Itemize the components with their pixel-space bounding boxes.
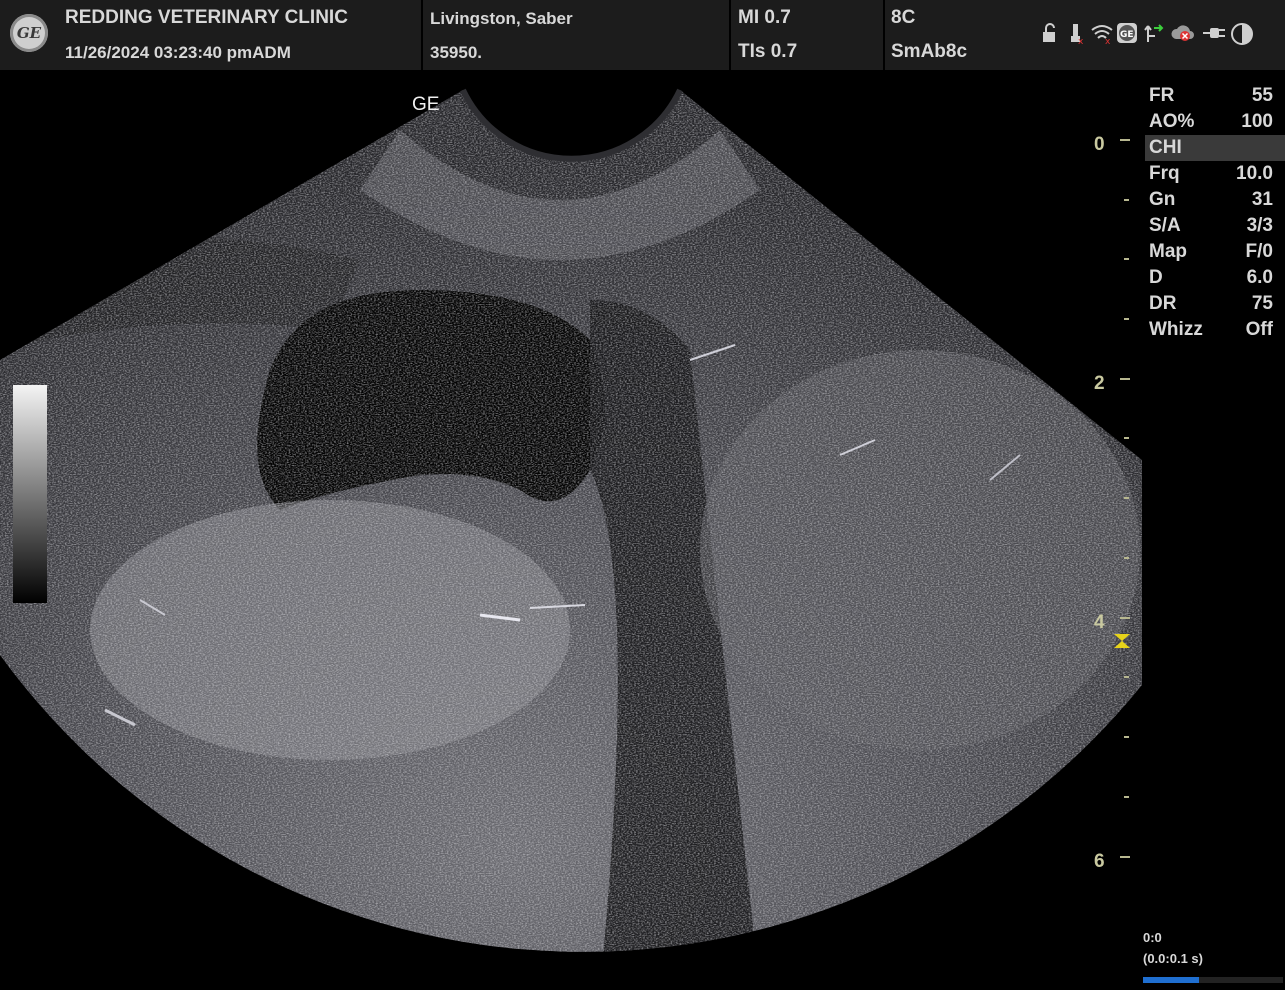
depth-label: 2 [1094,373,1105,394]
mi-value: MI 0.7 [738,7,791,28]
param-label: Frq [1149,163,1180,184]
cine-frame: 0:0 [1143,930,1162,945]
patient-name: Livingston, Saber [430,9,573,28]
depth-minor-tick [1124,437,1129,439]
depth-minor-tick [1124,497,1129,499]
depth-minor-tick [1124,199,1129,201]
param-value: F/0 [1245,241,1273,262]
param-label: AO% [1149,111,1195,132]
acoustic-output-cell: MI 0.7 TIs 0.7 [731,0,885,70]
preset-name: SmAb8c [891,41,968,62]
cine-progress-fill [1143,977,1199,983]
clinic-name: REDDING VETERINARY CLINIC [65,7,348,28]
param-row-d: D 6.0 [1145,265,1285,291]
contrast-icon [1230,22,1254,51]
focus-marker-icon[interactable] [1113,633,1131,654]
param-value: 31 [1251,189,1273,210]
network-icon [1142,22,1166,49]
depth-minor-tick [1124,736,1129,738]
probe-name: 8C [891,7,916,28]
param-value: 55 [1251,85,1273,106]
plug-icon [1202,22,1226,49]
param-row-fr: FR 55 [1145,83,1285,109]
depth-label: 4 [1094,612,1105,633]
depth-major-tick [1120,856,1130,858]
depth-label: 6 [1094,851,1105,872]
param-label: S/A [1149,215,1181,236]
probe-orientation-label: GE [412,94,440,115]
cine-range: (0.0:0.1 s) [1143,951,1203,966]
depth-major-tick [1120,617,1130,619]
top-info-bar: GE REDDING VETERINARY CLINIC 11/26/2024 … [0,0,1285,70]
param-row-sa: S/A 3/3 [1145,213,1285,239]
depth-minor-tick [1124,796,1129,798]
ge-badge-icon: GE [1116,22,1138,49]
param-label: Whizz [1149,319,1203,340]
parameters-panel: FR 55 AO% 100 CHI Frq 10.0 Gn 31 S/A 3/3 Map F… [1145,83,1285,343]
param-label: DR [1149,293,1177,314]
param-row-dr: DR 75 [1145,291,1285,317]
depth-major-tick [1120,139,1130,141]
depth-minor-tick [1124,557,1129,559]
param-label: CHI [1149,137,1182,158]
param-label: Gn [1149,189,1176,210]
svg-text:x: x [1105,37,1111,44]
depth-minor-tick [1124,258,1129,260]
wifi-icon: x [1090,22,1114,49]
usb-icon: x [1066,22,1086,49]
depth-minor-tick [1124,676,1129,678]
param-row-frq: Frq 10.0 [1145,161,1285,187]
param-row-gn: Gn 31 [1145,187,1285,213]
clinic-cell: GE REDDING VETERINARY CLINIC 11/26/2024 … [0,0,423,70]
param-label: D [1149,267,1163,288]
patient-cell: Livingston, Saber 35950. [423,0,731,70]
param-value: 75 [1251,293,1273,314]
grayscale-bar [13,385,47,603]
param-row-ao: AO% 100 [1145,109,1285,135]
ultrasound-image[interactable] [0,70,1145,990]
depth-minor-tick [1124,318,1129,320]
param-value: 10.0 [1236,163,1273,184]
param-row-map: Map F/0 [1145,239,1285,265]
exam-datetime: 11/26/2024 03:23:40 pmADM [65,43,291,62]
patient-id: 35950. [430,43,482,62]
cloud-icon [1170,22,1196,49]
cine-info: 0:0 (0.0:0.1 s) [1143,930,1285,966]
param-label: Map [1149,241,1187,262]
param-value: 100 [1241,111,1273,132]
param-row-chi: CHI [1145,135,1285,161]
svg-text:x: x [1078,37,1084,44]
depth-label: 0 [1094,134,1105,155]
tis-value: TIs 0.7 [738,41,798,62]
lock-icon [1040,22,1060,49]
svg-text:GE: GE [1120,30,1134,40]
depth-major-tick [1120,378,1130,380]
cine-progress-bar[interactable] [1143,977,1283,983]
param-value: 6.0 [1246,267,1273,288]
ge-logo-icon: GE [10,14,48,52]
param-row-whizz: Whizz Off [1145,317,1285,343]
param-label: FR [1149,85,1175,106]
param-value: 3/3 [1246,215,1273,236]
param-value: Off [1245,319,1273,340]
